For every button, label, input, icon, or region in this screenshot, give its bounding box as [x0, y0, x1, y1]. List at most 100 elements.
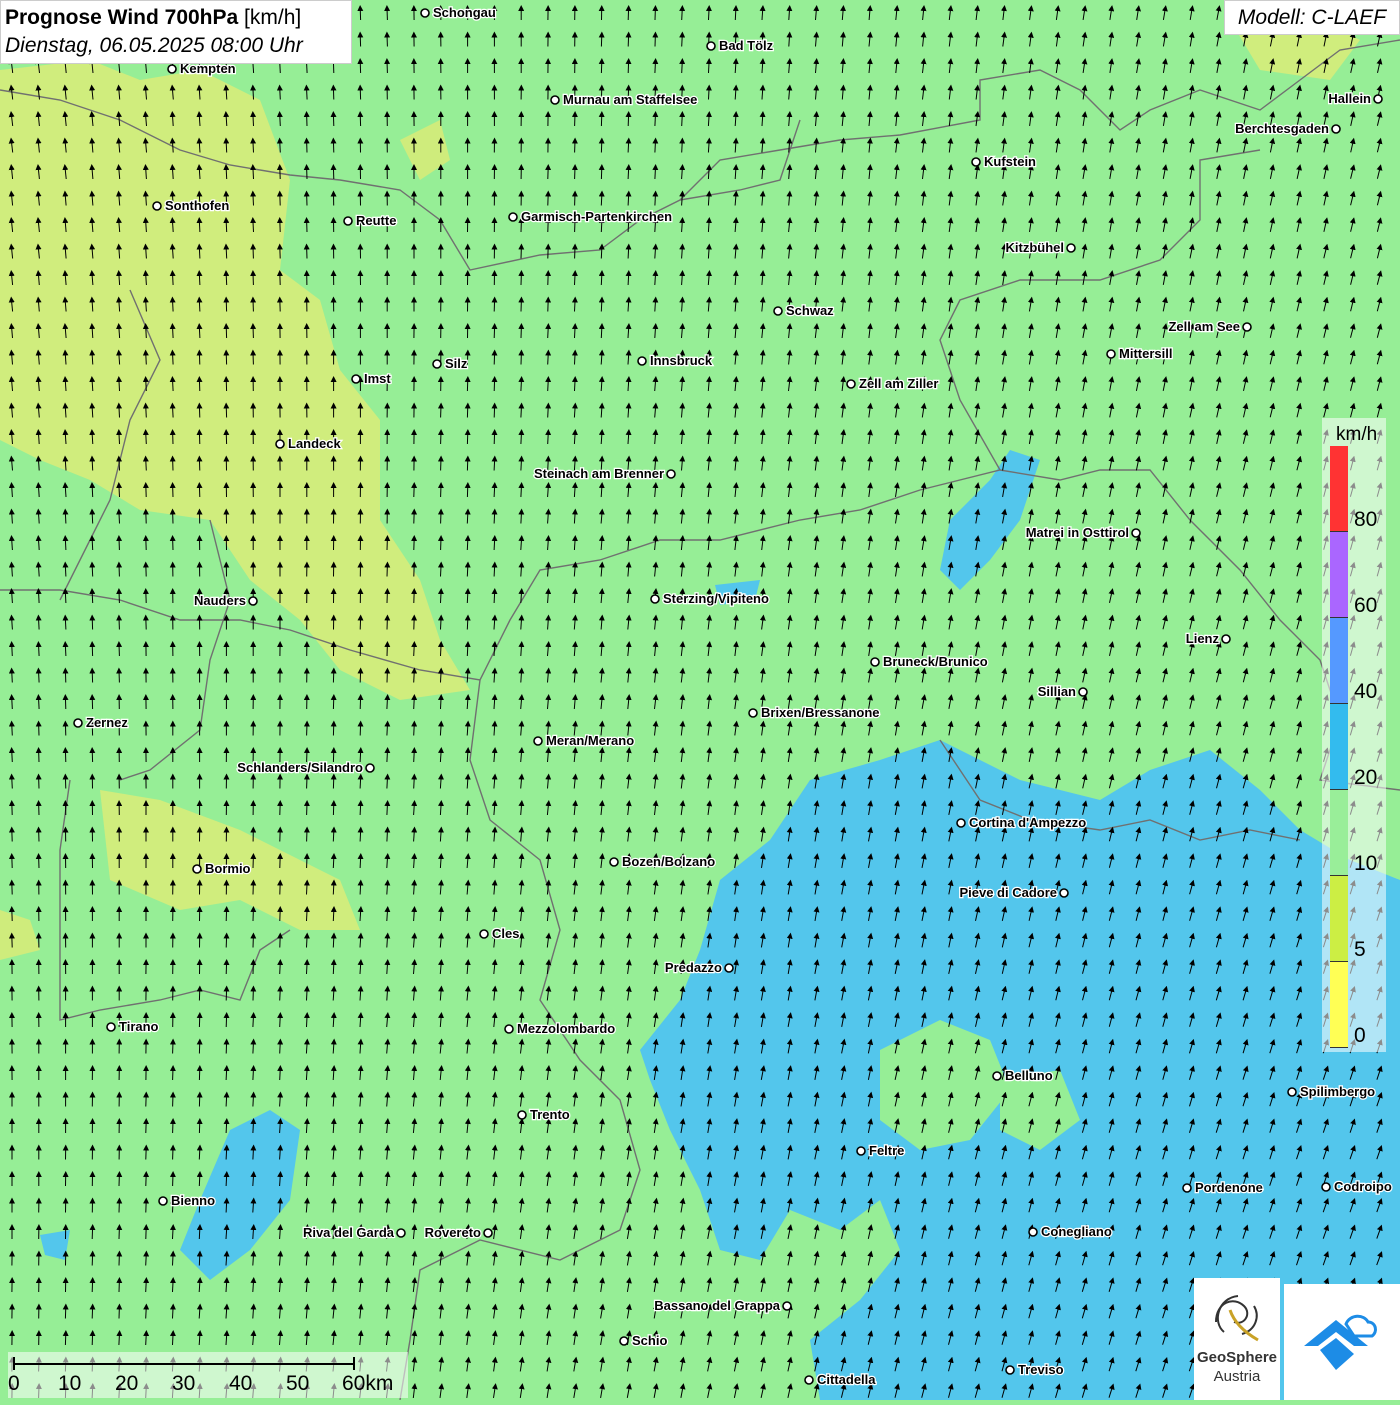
city-label: Pordenone: [1195, 1180, 1263, 1195]
geosphere-logo[interactable]: GeoSphere Austria: [1194, 1278, 1280, 1400]
legend-label-10: 10: [1354, 852, 1377, 876]
legend-label-5: 5: [1354, 938, 1366, 962]
wind-arrow: [146, 353, 147, 365]
wind-arrow: [39, 697, 40, 709]
wind-arrow: [441, 591, 442, 603]
city-sonthofen[interactable]: Sonthofen: [153, 198, 229, 213]
wind-arrow: [173, 300, 174, 312]
city-dot-icon: [1332, 125, 1340, 133]
logo-line1: GeoSphere: [1194, 1349, 1280, 1366]
scale-label-60km: 60km: [342, 1372, 393, 1396]
city-dot-icon: [1029, 1228, 1037, 1236]
wind-arrow: [467, 644, 468, 656]
city-label: Schlanders/Silandro: [237, 760, 363, 775]
city-dot-icon: [249, 597, 257, 605]
city-label: Murnau am Staffelsee: [563, 92, 697, 107]
wind-arrow: [92, 485, 93, 497]
wind-forecast-map[interactable]: SchongauBad TölzKemptenMurnau am Staffel…: [0, 0, 1400, 1400]
wind-arrow: [628, 194, 629, 206]
city-dot-icon: [667, 470, 675, 478]
wind-arrow: [146, 379, 147, 391]
city-label: Tirano: [119, 1019, 159, 1034]
wind-arrow: [601, 247, 602, 259]
wind-arrow: [226, 220, 227, 232]
city-garmisch-partenkirchen[interactable]: Garmisch-Partenkirchen: [509, 209, 672, 224]
wind-arrow: [199, 273, 200, 285]
wind-arrow: [12, 697, 13, 709]
city-matrei-in-osttirol[interactable]: Matrei in Osttirol: [1026, 525, 1140, 540]
wind-arrow: [280, 1042, 281, 1054]
legend-segment-0: [1330, 962, 1348, 1048]
wind-arrow: [628, 247, 629, 259]
city-mezzolombardo[interactable]: Mezzolombardo: [505, 1021, 615, 1036]
wind-arrow: [601, 194, 602, 206]
city-pieve-di-cadore[interactable]: Pieve di Cadore: [959, 885, 1068, 900]
wind-arrow: [173, 1280, 174, 1292]
wind-arrow: [199, 1148, 200, 1160]
city-riva-del-garda[interactable]: Riva del Garda: [303, 1225, 405, 1240]
city-label: Hallein: [1328, 91, 1371, 106]
wind-arrow: [280, 114, 281, 126]
wind-arrow: [253, 1068, 254, 1080]
wind-arrow: [226, 1174, 227, 1186]
city-murnau-am-staffelsee[interactable]: Murnau am Staffelsee: [551, 92, 697, 107]
wind-arrow: [199, 1254, 200, 1266]
legend-label-40: 40: [1354, 680, 1377, 704]
city-bassano-del-grappa[interactable]: Bassano del Grappa: [654, 1298, 791, 1313]
city-dot-icon: [871, 658, 879, 666]
wind-arrow: [226, 1121, 227, 1133]
legend-label-20: 20: [1354, 766, 1377, 790]
city-bruneck-brunico[interactable]: Bruneck/Brunico: [871, 654, 988, 669]
city-label: Zell am See: [1168, 319, 1240, 334]
city-steinach-am-brenner[interactable]: Steinach am Brenner: [534, 466, 675, 481]
city-brixen-bressanone[interactable]: Brixen/Bressanone: [749, 705, 880, 720]
city-cortina-d-ampezzo[interactable]: Cortina d'Ampezzo: [957, 815, 1086, 830]
wind-arrow: [387, 750, 388, 762]
city-spilimbergo[interactable]: Spilimbergo: [1288, 1084, 1375, 1099]
wind-arrow: [226, 141, 227, 153]
city-innsbruck[interactable]: Innsbruck: [638, 353, 713, 368]
app-cloud-icon: [1284, 1284, 1400, 1400]
wind-arrow: [709, 88, 710, 100]
city-zell-am-see[interactable]: Zell am See: [1168, 319, 1251, 334]
wind-arrow: [467, 512, 468, 524]
city-zell-am-ziller[interactable]: Zell am Ziller: [847, 376, 938, 391]
city-conegliano[interactable]: Conegliano: [1029, 1224, 1112, 1239]
wind-arrow: [414, 644, 415, 656]
wind-arrow: [226, 167, 227, 179]
color-legend: km/h 80 60 40 20 10 5 0: [1322, 418, 1386, 1052]
wind-arrow: [441, 565, 442, 577]
weather-app-logo[interactable]: [1284, 1284, 1400, 1400]
wind-arrow: [146, 326, 147, 338]
city-dot-icon: [1322, 1183, 1330, 1191]
wind-arrow: [253, 194, 254, 206]
city-schlanders-silandro[interactable]: Schlanders/Silandro: [237, 760, 374, 775]
city-dot-icon: [620, 1337, 628, 1345]
city-schongau[interactable]: Schongau: [421, 5, 496, 20]
wind-arrow: [467, 538, 468, 550]
wind-arrow: [521, 432, 522, 444]
city-bozen-bolzano[interactable]: Bozen/Bolzano: [610, 854, 715, 869]
wind-arrow: [92, 591, 93, 603]
wind-arrow: [253, 1095, 254, 1107]
city-dot-icon: [847, 380, 855, 388]
wind-arrow: [146, 406, 147, 418]
city-dot-icon: [957, 819, 965, 827]
city-label: Garmisch-Partenkirchen: [521, 209, 672, 224]
scale-label-10: 10: [58, 1372, 81, 1396]
wind-arrow: [467, 565, 468, 577]
city-meran-merano[interactable]: Meran/Merano: [534, 733, 634, 748]
city-berchtesgaden[interactable]: Berchtesgaden: [1235, 121, 1340, 136]
city-dot-icon: [857, 1147, 865, 1155]
wind-arrow: [575, 353, 576, 365]
wind-arrow: [333, 962, 334, 974]
model-label: Modell: C-LAEF: [1224, 0, 1400, 35]
city-sterzing-vipiteno[interactable]: Sterzing/Vipiteno: [651, 591, 769, 606]
wind-arrow: [548, 432, 549, 444]
city-label: Kufstein: [984, 154, 1036, 169]
legend-segment-10: [1330, 790, 1348, 876]
city-pordenone[interactable]: Pordenone: [1183, 1180, 1263, 1195]
city-dot-icon: [421, 9, 429, 17]
city-label: Reutte: [356, 213, 396, 228]
wind-arrow: [12, 671, 13, 683]
